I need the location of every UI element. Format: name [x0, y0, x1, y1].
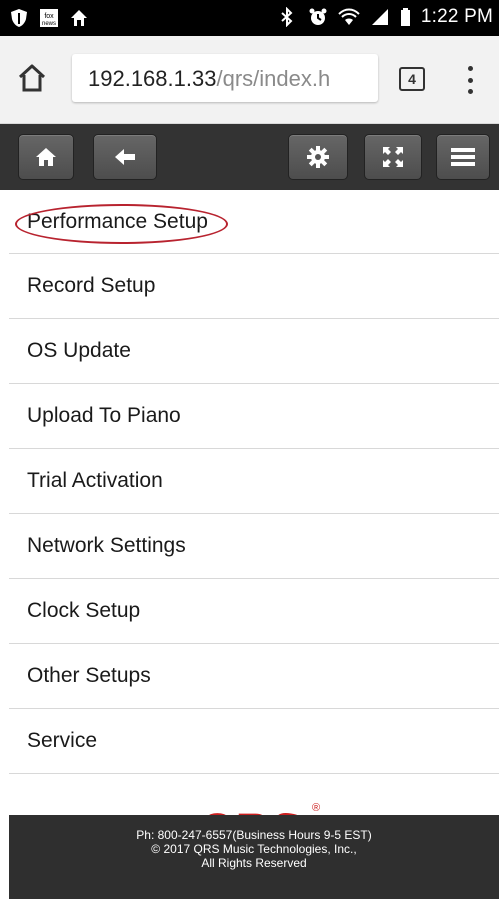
svg-text:news: news [42, 21, 56, 27]
hamburger-menu-icon [451, 148, 475, 166]
alarm-icon [307, 6, 329, 28]
back-button[interactable] [93, 134, 157, 180]
menu-item-trial-activation[interactable]: Trial Activation [9, 449, 499, 514]
browser-toolbar: 192.168.1.33/qrs/index.h 4 [0, 36, 499, 124]
shield-notification-icon [8, 7, 30, 29]
battery-icon [400, 6, 412, 28]
tab-switcher-button[interactable]: 4 [399, 67, 425, 91]
browser-menu-icon[interactable] [458, 64, 482, 96]
settings-button[interactable] [288, 134, 348, 180]
menu-item-label: Network Settings [27, 534, 186, 557]
home-button[interactable] [18, 134, 74, 180]
menu-item-upload-to-piano[interactable]: Upload To Piano [9, 384, 499, 449]
menu-item-label: Other Setups [27, 664, 151, 687]
svg-text:fox: fox [44, 13, 54, 20]
menu-item-label: Service [27, 729, 98, 752]
menu-item-clock-setup[interactable]: Clock Setup [9, 579, 499, 644]
bluetooth-icon [276, 6, 298, 28]
menu-item-label: Record Setup [27, 274, 156, 297]
footer-rights: All Rights Reserved [201, 856, 307, 870]
address-bar[interactable]: 192.168.1.33/qrs/index.h [72, 54, 378, 102]
menu-item-record-setup[interactable]: Record Setup [9, 254, 499, 319]
menu-item-label: Trial Activation [27, 469, 163, 492]
url-path: /qrs/index.h [216, 66, 331, 91]
home-notification-icon [68, 7, 90, 29]
menu-item-label: Upload To Piano [27, 404, 181, 427]
footer-copyright: © 2017 QRS Music Technologies, Inc., [151, 842, 357, 856]
url-host: 192.168.1.33 [88, 66, 217, 91]
page-footer: Ph: 800-247-6557(Business Hours 9-5 EST)… [9, 815, 499, 899]
menu-item-performance-setup[interactable]: Performance Setup [9, 190, 499, 254]
home-icon [36, 148, 56, 166]
signal-icon [369, 6, 391, 28]
app-toolbar [0, 124, 499, 190]
footer-phone: Ph: 800-247-6557(Business Hours 9-5 EST) [136, 828, 372, 842]
menu-item-service[interactable]: Service [9, 709, 499, 774]
browser-home-icon[interactable] [14, 60, 50, 96]
registered-mark: ® [312, 802, 321, 814]
clock-time: 1:22 PM [420, 6, 493, 27]
menu-item-network-settings[interactable]: Network Settings [9, 514, 499, 579]
fox-news-icon: fox news [38, 7, 60, 29]
fullscreen-icon [383, 147, 403, 167]
back-arrow-icon [115, 149, 135, 165]
menu-item-other-setups[interactable]: Other Setups [9, 644, 499, 709]
menu-item-label: Clock Setup [27, 599, 141, 622]
menu-item-label: Performance Setup [27, 209, 208, 233]
menu-button[interactable] [436, 134, 490, 180]
gear-icon [307, 146, 329, 168]
wifi-icon [338, 6, 360, 28]
setup-menu-list: Performance Setup Record Setup OS Update… [9, 190, 499, 774]
fullscreen-button[interactable] [364, 134, 422, 180]
menu-item-os-update[interactable]: OS Update [9, 319, 499, 384]
menu-item-label: OS Update [27, 339, 131, 362]
phone-screen: fox news 1:22 PM 192.168.1.33/qrs/index.… [0, 0, 499, 899]
status-bar: fox news 1:22 PM [0, 0, 499, 36]
